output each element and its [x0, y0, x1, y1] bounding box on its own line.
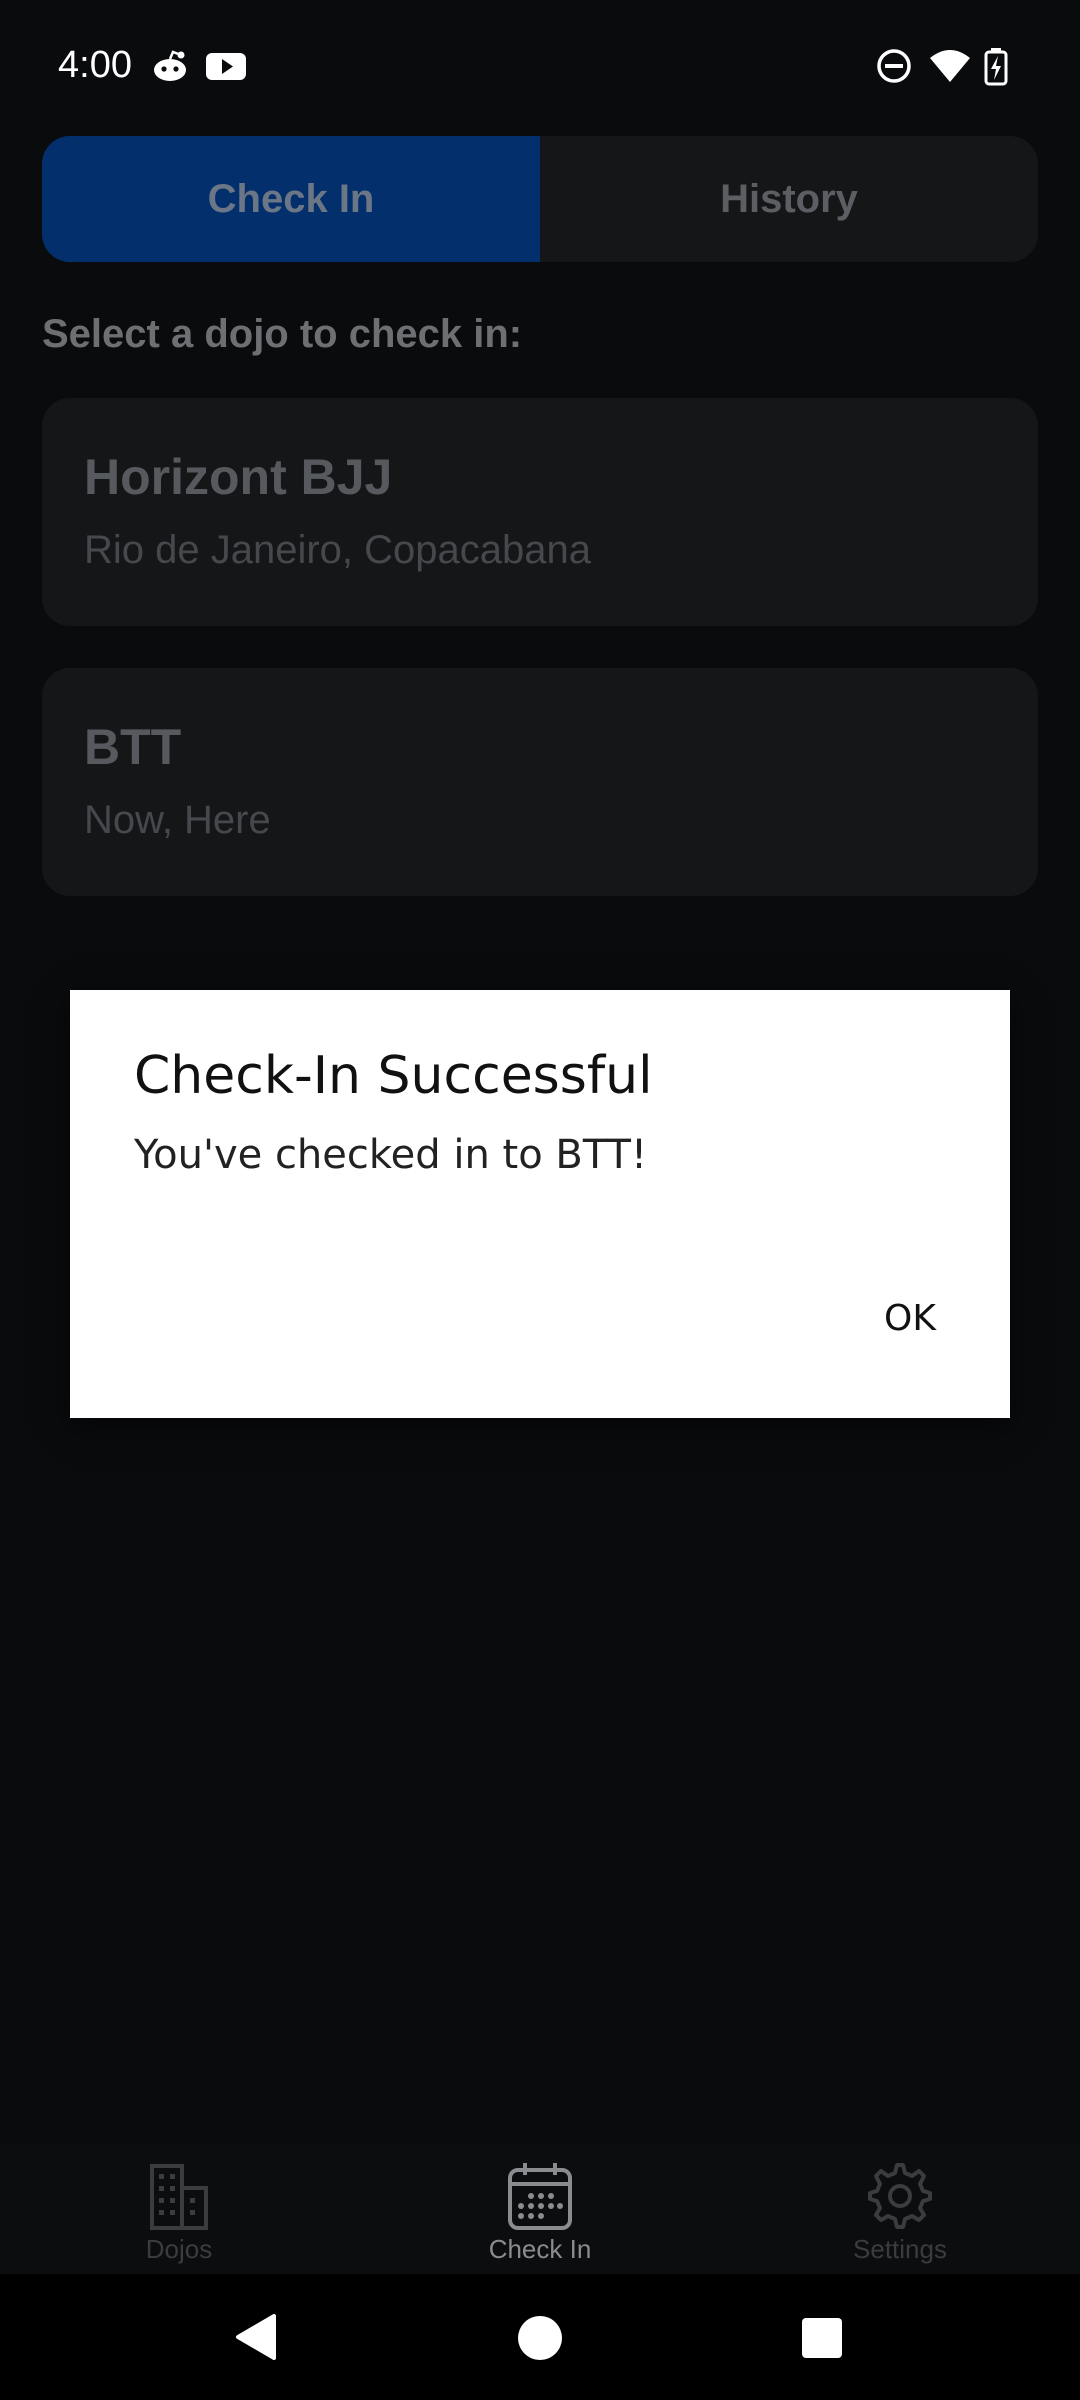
dojo-card-horizont-bjj[interactable]: Horizont BJJ Rio de Janeiro, Copacabana: [42, 398, 1038, 626]
ok-button[interactable]: OK: [870, 1290, 950, 1347]
home-icon[interactable]: [516, 2314, 564, 2362]
wifi-icon: [928, 46, 972, 86]
gear-icon: [868, 2163, 932, 2229]
dojo-name: BTT: [84, 719, 182, 775]
reddit-icon: [150, 46, 190, 86]
dojo-location: Now, Here: [84, 798, 271, 842]
nav-item-dojos[interactable]: Dojos: [79, 2160, 279, 2274]
system-nav-bar: [0, 2274, 1080, 2400]
calendar-icon: [508, 2163, 572, 2230]
dojo-select-prompt: Select a dojo to check in:: [42, 312, 523, 356]
building-icon: [150, 2164, 208, 2230]
back-icon[interactable]: [232, 2312, 282, 2362]
status-time: 4:00: [58, 44, 132, 86]
tab-check-in[interactable]: Check In: [42, 136, 540, 262]
tab-history[interactable]: History: [540, 136, 1038, 262]
nav-item-check-in[interactable]: Check In: [440, 2160, 640, 2274]
dialog-title: Check-In Successful: [134, 1046, 653, 1106]
screen: 4:00 Check In History Select a dojo to c…: [0, 0, 1080, 2400]
recents-icon[interactable]: [800, 2316, 844, 2360]
status-bar: 4:00: [0, 0, 1080, 136]
dialog-message: You've checked in to BTT!: [134, 1132, 648, 1178]
bottom-nav: Dojos Check In Settings: [0, 2144, 1080, 2274]
battery-charging-icon: [982, 46, 1010, 86]
dojo-card-btt[interactable]: BTT Now, Here: [42, 668, 1038, 896]
dojo-location: Rio de Janeiro, Copacabana: [84, 528, 592, 572]
check-in-success-dialog: Check-In Successful You've checked in to…: [70, 990, 1010, 1418]
do-not-disturb-icon: [874, 46, 914, 86]
youtube-icon: [204, 46, 248, 86]
nav-label-check-in: Check In: [488, 2234, 592, 2264]
nav-item-settings[interactable]: Settings: [800, 2160, 1000, 2274]
tab-bar: Check In History: [42, 136, 1038, 262]
dojo-name: Horizont BJJ: [84, 449, 393, 505]
nav-label-dojos: Dojos: [145, 2234, 213, 2264]
nav-label-settings: Settings: [853, 2234, 947, 2264]
